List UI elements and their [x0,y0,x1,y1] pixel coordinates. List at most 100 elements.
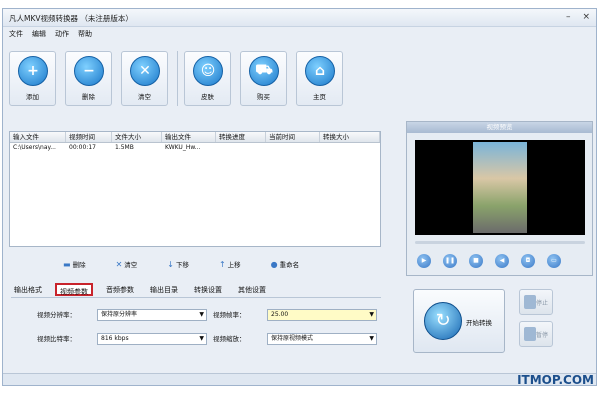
window-controls: – × [566,12,590,23]
snapshot-icon[interactable]: ◘ [521,254,535,268]
video-params-panel: 视频分辨率： 保持原分辨率 ▼ 视频帧率： 25.00 ▼ 视频比特率： 816 k… [11,301,381,353]
file-list-header: 输入文件 视频时间 文件大小 输出文件 转换进度 当前时间 转换大小 [10,132,380,143]
minus-icon: ▬ [63,259,71,269]
move-down-button[interactable]: ↓ 下移 [167,259,189,270]
preview-video-frame [473,142,527,233]
folder-icon[interactable]: ▭ [547,254,561,268]
menu-action[interactable]: 动作 [55,29,69,41]
arrow-up-icon: ↑ [218,259,226,269]
cart-icon: ⛟ [249,56,279,86]
col-input-file[interactable]: 输入文件 [10,132,66,142]
preview-screen [415,140,585,235]
resolution-value: 保持原分辨率 [101,311,138,318]
stop-button[interactable]: 停止 [519,289,553,315]
scale-label: 视频缩放： [213,335,246,343]
move-up-label: 上移 [227,261,241,269]
clear-icon: ✕ [130,56,160,86]
rename-label: 重命名 [279,261,300,269]
pause-button[interactable]: 暂停 [519,321,553,347]
cell-file-size: 1.5MB [115,144,134,151]
start-convert-button[interactable]: ↻ 开始转换 [413,289,505,353]
bitrate-select[interactable]: 816 kbps ▼ [97,333,207,345]
remove-item-label: 删除 [72,261,86,269]
tab-divider [11,297,381,298]
stop-label: 停止 [536,300,549,307]
col-video-time[interactable]: 视频时间 [66,132,112,142]
toolbar-separator [177,51,178,106]
convert-arrow-icon: ↻ [424,302,462,340]
scale-value: 保持原视频模式 [271,335,314,342]
home-button-label: 主页 [313,93,326,101]
delete-button[interactable]: − 删除 [65,51,112,106]
volume-icon[interactable]: ◀ [495,254,509,268]
delete-button-label: 删除 [82,93,95,101]
tab-convert-settings[interactable]: 转换设置 [191,283,225,296]
tab-output-dir[interactable]: 输出目录 [147,283,181,296]
chevron-down-icon: ▼ [369,335,374,342]
close-icon[interactable]: × [582,12,590,23]
clear-button[interactable]: ✕ 清空 [121,51,168,106]
col-current-time[interactable]: 当前时间 [266,132,320,142]
chevron-down-icon: ▼ [199,311,204,318]
skin-button[interactable]: ☺ 皮肤 [184,51,231,106]
stop-icon[interactable]: ■ [469,254,483,268]
list-actions: ▬ 删除 ✕ 清空 ↓ 下移 ↑ 上移 ● 重命名 [63,259,329,270]
col-progress[interactable]: 转换进度 [216,132,266,142]
window-title: 凡人MKV视频转换器 （未注册版本） [9,14,133,23]
pause-label: 暂停 [536,332,549,339]
home-icon: ⌂ [305,56,335,86]
playback-controls: ▶ ❚❚ ■ ◀ ◘ ▭ [417,254,573,268]
pause-icon [524,327,536,341]
bitrate-label: 视频比特率： [37,335,76,343]
skin-button-label: 皮肤 [201,93,214,101]
plus-icon: + [18,56,48,86]
buy-button-label: 购买 [257,93,270,101]
menu-file[interactable]: 文件 [9,29,23,41]
file-list[interactable]: 输入文件 视频时间 文件大小 输出文件 转换进度 当前时间 转换大小 C:\Us… [9,131,381,247]
minimize-icon[interactable]: – [566,12,571,23]
tab-other-settings[interactable]: 其他设置 [235,283,269,296]
menu-edit[interactable]: 编辑 [32,29,46,41]
add-button-label: 添加 [26,93,39,101]
params-row-1: 视频分辨率： 保持原分辨率 ▼ 视频帧率： 25.00 ▼ [11,309,381,323]
status-bar [3,373,596,385]
rename-button[interactable]: ● 重命名 [271,259,300,270]
menu-bar: 文件 编辑 动作 帮助 [3,29,92,41]
toolbar: + 添加 − 删除 ✕ 清空 ☺ 皮肤 ⛟ 购买 ⌂ 主页 [9,51,352,113]
clear-button-label: 清空 [138,93,151,101]
stop-icon [524,295,536,309]
cell-progress [216,143,266,153]
clear-list-label: 清空 [124,261,138,269]
table-row[interactable]: C:\Users\nay... 00:00:17 1.5MB KWKU_Hw..… [10,143,380,153]
chevron-down-icon: ▼ [369,311,374,318]
col-output-file[interactable]: 输出文件 [162,132,216,142]
preview-title: 视频预览 [407,122,592,133]
cell-current-time [266,143,320,153]
framerate-select[interactable]: 25.00 ▼ [267,309,377,321]
scale-select[interactable]: 保持原视频模式 ▼ [267,333,377,345]
arrow-down-icon: ↓ [167,259,174,269]
clear-list-button[interactable]: ✕ 清空 [116,259,138,270]
framerate-value: 25.00 [271,311,289,318]
home-button[interactable]: ⌂ 主页 [296,51,343,106]
move-up-button[interactable]: ↑ 上移 [218,259,241,270]
tab-video-params[interactable]: 视频参数 [55,283,93,296]
tab-output-format[interactable]: 输出格式 [11,283,45,296]
seek-slider[interactable] [415,241,585,244]
chevron-down-icon: ▼ [199,335,204,342]
face-icon: ☺ [193,56,223,86]
remove-item-button[interactable]: ▬ 删除 [63,259,86,270]
col-file-size[interactable]: 文件大小 [112,132,162,142]
col-converted-size[interactable]: 转换大小 [320,132,380,142]
settings-tabs: 输出格式 视频参数 音频参数 输出目录 转换设置 其他设置 [11,283,279,296]
resolution-select[interactable]: 保持原分辨率 ▼ [97,309,207,321]
menu-help[interactable]: 帮助 [78,29,92,41]
move-down-label: 下移 [175,261,189,269]
cell-converted-size [320,143,380,153]
tab-audio-params[interactable]: 音频参数 [103,283,137,296]
buy-button[interactable]: ⛟ 购买 [240,51,287,106]
watermark: ITMOP.COM [517,373,594,387]
add-button[interactable]: + 添加 [9,51,56,106]
play-icon[interactable]: ▶ [417,254,431,268]
pause-icon[interactable]: ❚❚ [443,254,457,268]
